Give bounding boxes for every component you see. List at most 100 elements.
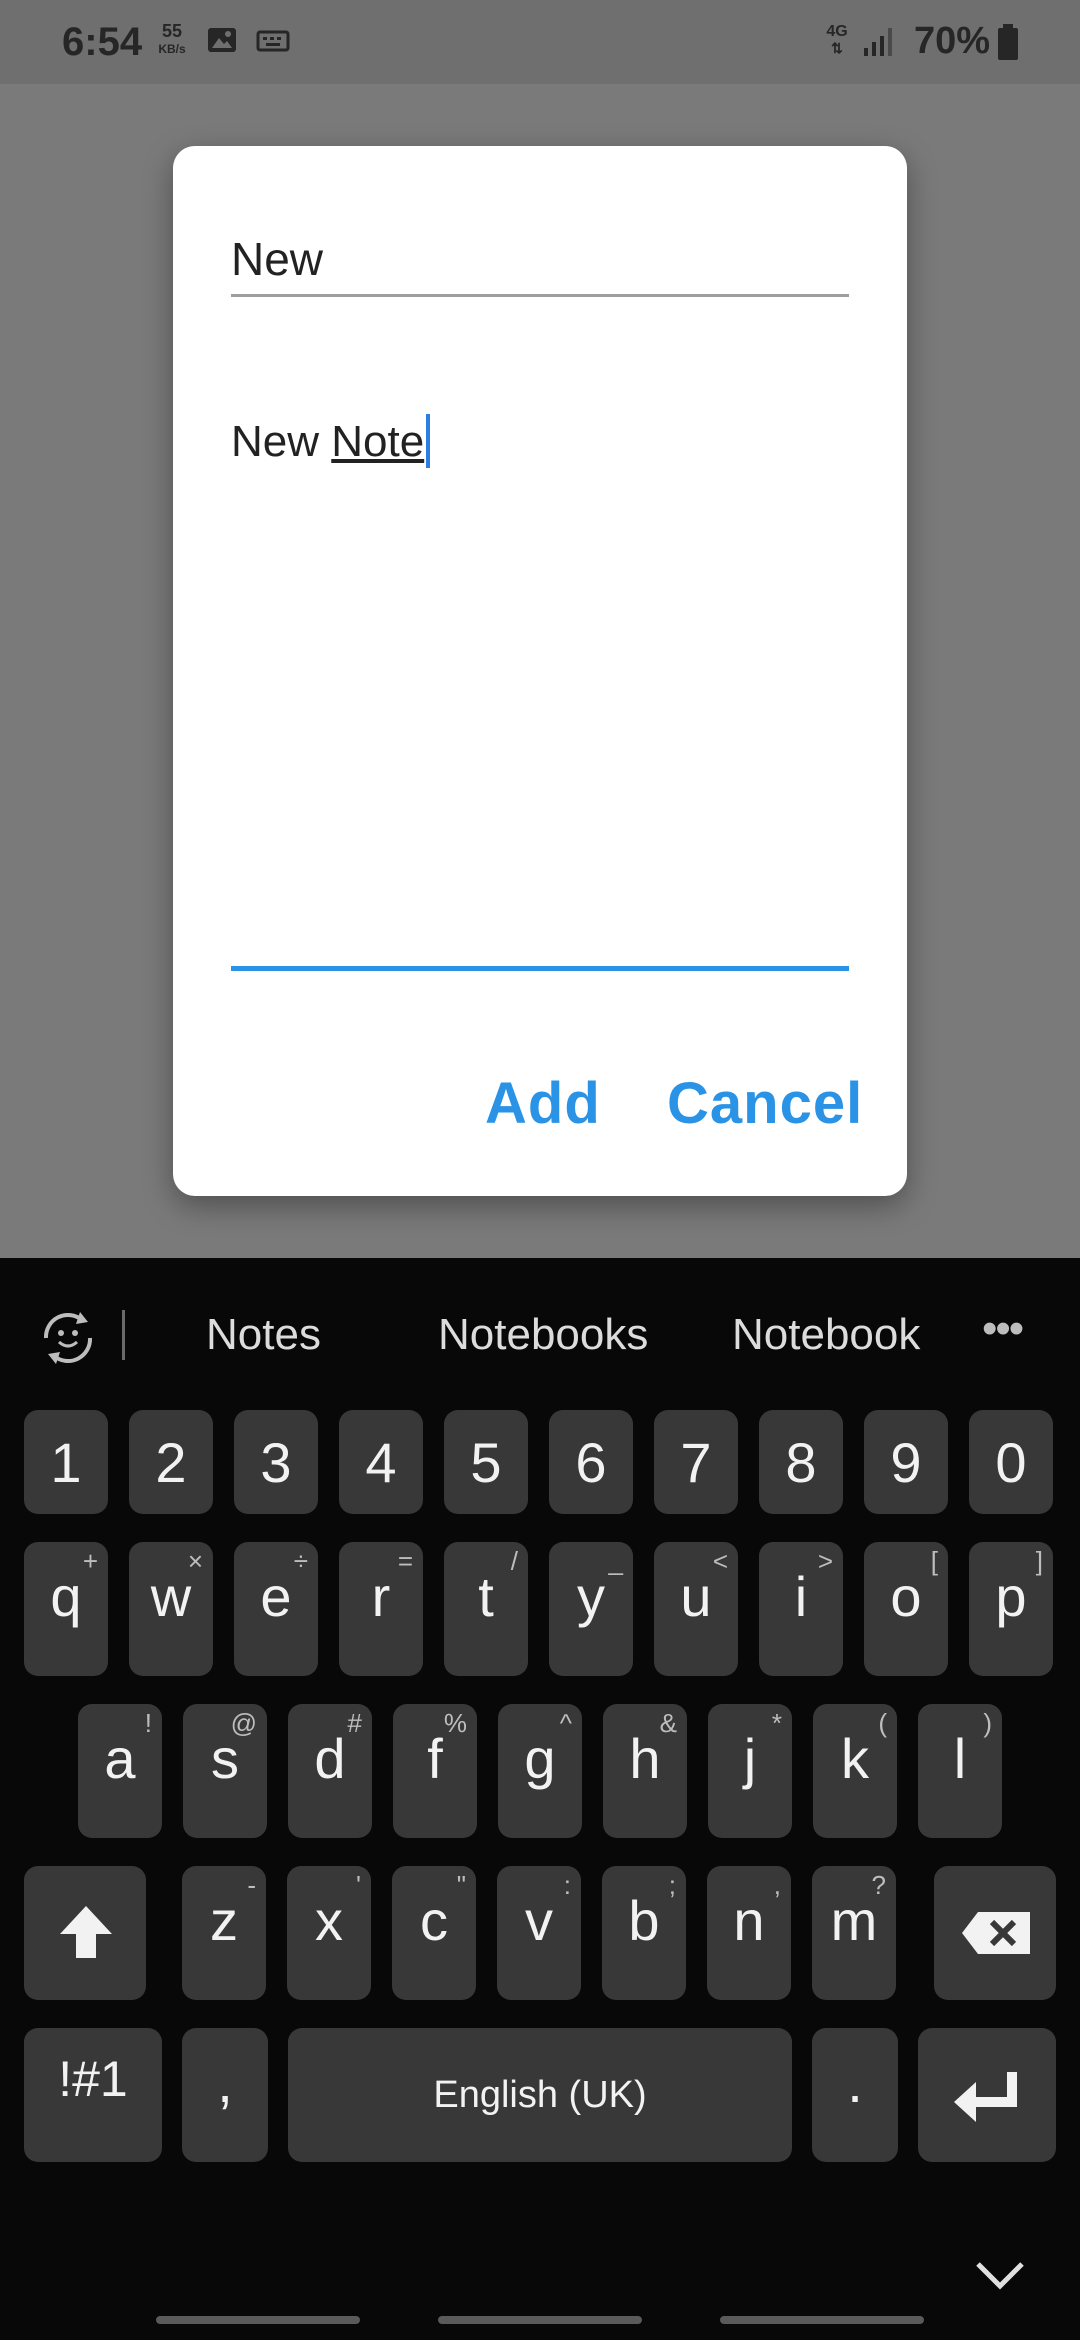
nav-home-handle[interactable] xyxy=(438,2316,642,2324)
key-row1-5[interactable]: y _ xyxy=(549,1542,633,1676)
cancel-button[interactable]: Cancel xyxy=(667,1070,863,1137)
key-label: 7 xyxy=(680,1431,712,1494)
key-row3-0[interactable]: z- xyxy=(182,1866,266,2000)
image-icon xyxy=(208,28,236,52)
suggestion-1[interactable]: Notes xyxy=(206,1310,321,1360)
signal-icon xyxy=(864,28,892,56)
key-secondary-label: ) xyxy=(983,1708,992,1738)
hide-keyboard-icon[interactable] xyxy=(974,2258,1026,2292)
key-row3-6[interactable]: m? xyxy=(812,1866,896,2000)
suggestion-bar: Notes Notebooks Notebook ••• xyxy=(0,1258,1080,1404)
note-body-input[interactable]: New Note xyxy=(231,414,849,971)
shift-arrow-icon xyxy=(60,1906,112,1958)
key-num-3[interactable]: 4 xyxy=(339,1410,423,1514)
shift-key[interactable] xyxy=(24,1866,146,2000)
key-row3-4[interactable]: b; xyxy=(602,1866,686,2000)
key-row3-5[interactable]: n, xyxy=(707,1866,791,2000)
text-cursor xyxy=(426,414,431,468)
key-row2-2[interactable]: d # xyxy=(288,1704,372,1838)
key-num-8[interactable]: 9 xyxy=(864,1410,948,1514)
network-speed-unit: KB/s xyxy=(158,42,186,56)
key-num-6[interactable]: 7 xyxy=(654,1410,738,1514)
key-secondary-label: " xyxy=(456,1870,466,1900)
key-secondary-label: * xyxy=(771,1708,782,1738)
period-key[interactable]: . xyxy=(812,2028,898,2162)
key-num-7[interactable]: 8 xyxy=(759,1410,843,1514)
symbols-key-label: !#1 xyxy=(58,2051,128,2107)
status-time: 6:54 xyxy=(62,20,143,64)
note-body-composing-word: Note xyxy=(331,417,425,466)
symbols-key[interactable]: !#1 xyxy=(24,2028,162,2162)
backspace-icon xyxy=(962,1912,1030,1954)
note-title-input[interactable]: New xyxy=(231,232,849,297)
key-num-2[interactable]: 3 xyxy=(234,1410,318,1514)
key-row3-3[interactable]: v: xyxy=(497,1866,581,2000)
key-row2-5[interactable]: h & xyxy=(603,1704,687,1838)
key-secondary-label: / xyxy=(510,1546,518,1576)
comma-key[interactable]: , xyxy=(182,2028,268,2162)
key-row2-3[interactable]: f% xyxy=(393,1704,477,1838)
key-secondary-label: @ xyxy=(230,1708,257,1738)
note-body-plain: New xyxy=(231,417,332,466)
key-row1-4[interactable]: t / xyxy=(444,1542,528,1676)
key-row1-3[interactable]: r = xyxy=(339,1542,423,1676)
nav-back-handle[interactable] xyxy=(720,2316,924,2324)
key-secondary-label: × xyxy=(187,1546,203,1576)
key-row2-1[interactable]: s @ xyxy=(183,1704,267,1838)
key-secondary-label: , xyxy=(773,1870,781,1900)
key-label: 4 xyxy=(365,1431,397,1494)
more-options-icon[interactable]: ••• xyxy=(982,1304,1024,1354)
note-title-value: New xyxy=(231,233,324,285)
key-row1-9[interactable]: p] xyxy=(969,1542,1053,1676)
key-row3-1[interactable]: x ' xyxy=(287,1866,371,2000)
suggestion-2[interactable]: Notebooks xyxy=(438,1310,648,1360)
space-key[interactable]: English (UK) xyxy=(288,2028,792,2162)
key-secondary-label: < xyxy=(712,1546,728,1576)
key-secondary-label: ] xyxy=(1035,1546,1043,1576)
key-num-9[interactable]: 0 xyxy=(969,1410,1053,1514)
key-row1-7[interactable]: i > xyxy=(759,1542,843,1676)
key-num-4[interactable]: 5 xyxy=(444,1410,528,1514)
emoji-refresh-icon[interactable] xyxy=(36,1308,100,1368)
suggestion-divider xyxy=(122,1310,125,1360)
key-row2-6[interactable]: j * xyxy=(708,1704,792,1838)
backspace-key[interactable] xyxy=(934,1866,1056,2000)
key-row1-6[interactable]: u < xyxy=(654,1542,738,1676)
key-secondary-label: ^ xyxy=(559,1708,572,1738)
key-row2-8[interactable]: l) xyxy=(918,1704,1002,1838)
add-note-dialog: New New Note Add Cancel xyxy=(173,146,907,1196)
key-row1-0[interactable]: q + xyxy=(24,1542,108,1676)
key-label: 2 xyxy=(155,1431,187,1494)
key-row1-2[interactable]: e ÷ xyxy=(234,1542,318,1676)
enter-icon xyxy=(954,2072,1017,2122)
key-row1-1[interactable]: w × xyxy=(129,1542,213,1676)
key-row1-8[interactable]: o[ xyxy=(864,1542,948,1676)
suggestion-3[interactable]: Notebook xyxy=(732,1310,920,1360)
comma-key-label: , xyxy=(217,2051,233,2114)
key-num-5[interactable]: 6 xyxy=(549,1410,633,1514)
key-row2-4[interactable]: g ^ xyxy=(498,1704,582,1838)
key-secondary-label: ! xyxy=(144,1708,152,1738)
nav-recents-handle[interactable] xyxy=(156,2316,360,2324)
key-secondary-label: ÷ xyxy=(293,1546,308,1576)
key-row2-0[interactable]: a! xyxy=(78,1704,162,1838)
key-secondary-label: & xyxy=(659,1708,677,1738)
network-speed-value: 55 xyxy=(161,21,183,41)
key-label: 0 xyxy=(995,1431,1027,1494)
battery-percent: 70% xyxy=(914,20,991,62)
key-secondary-label: > xyxy=(817,1546,833,1576)
key-row3-2[interactable]: c " xyxy=(392,1866,476,2000)
network-speed: 55 KB/s xyxy=(152,22,192,58)
key-secondary-label: # xyxy=(347,1708,362,1738)
keyboard-icon xyxy=(256,30,290,52)
key-num-0[interactable]: 1 xyxy=(24,1410,108,1514)
navigation-bar xyxy=(0,2300,1080,2340)
key-row2-7[interactable]: k( xyxy=(813,1704,897,1838)
space-key-label: English (UK) xyxy=(433,2074,647,2116)
add-button[interactable]: Add xyxy=(485,1070,601,1137)
enter-key[interactable] xyxy=(918,2028,1056,2162)
key-secondary-label: - xyxy=(247,1870,256,1900)
key-num-1[interactable]: 2 xyxy=(129,1410,213,1514)
period-key-label: . xyxy=(847,2051,863,2114)
key-secondary-label: = xyxy=(397,1546,413,1576)
